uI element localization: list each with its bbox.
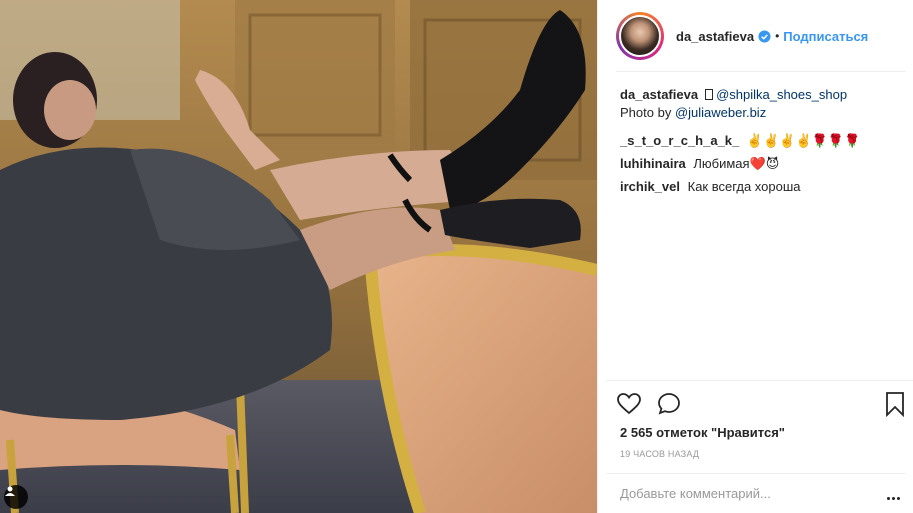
photo-artwork — [0, 0, 597, 513]
header-username[interactable]: da_astafieva — [676, 29, 754, 44]
add-comment-area — [606, 473, 906, 513]
bookmark-icon[interactable] — [882, 391, 908, 417]
post-sidebar: da_astafieva • Подписаться da_astafieva @… — [597, 0, 913, 513]
separator-dot: • — [775, 29, 780, 43]
comment-text: Любимая❤️😈 — [693, 156, 780, 171]
comment-username[interactable]: irchik_vel — [620, 179, 680, 194]
mention-link[interactable]: @juliaweber.biz — [675, 105, 766, 120]
post-timestamp[interactable]: 19 часов назад — [620, 449, 699, 459]
person-icon — [5, 486, 15, 496]
mention-link[interactable]: @shpilka_shoes_shop — [716, 87, 847, 102]
comment-bubble-icon[interactable] — [656, 391, 682, 417]
more-options-icon[interactable] — [886, 488, 902, 500]
comment-item: _s_t_o_r_c_h_a_k_ ✌️✌️✌️✌️🌹🌹🌹 — [620, 132, 900, 150]
follow-button[interactable]: Подписаться — [783, 29, 868, 44]
post-photo[interactable] — [0, 0, 597, 513]
caption: da_astafieva @shpilka_shoes_shop — [620, 86, 900, 104]
comment-item: luhihinaira Любимая❤️😈 — [620, 155, 900, 173]
caption-line-2: Photo by @juliaweber.biz — [620, 104, 900, 122]
avatar[interactable] — [619, 15, 661, 57]
comment-text: ✌️✌️✌️✌️🌹🌹🌹 — [746, 133, 861, 148]
caption-photo-by: Photo by — [620, 105, 672, 120]
comment-username[interactable]: _s_t_o_r_c_h_a_k_ — [620, 133, 739, 148]
comment-item: irchik_vel Как всегда хороша — [620, 178, 900, 196]
post-dialog: da_astafieva • Подписаться da_astafieva @… — [0, 0, 913, 513]
verified-badge-icon — [758, 29, 771, 43]
post-header: da_astafieva • Подписаться — [598, 0, 913, 72]
avatar-story-ring[interactable] — [616, 12, 664, 60]
heart-icon[interactable] — [616, 391, 642, 417]
comment-input[interactable] — [620, 486, 870, 501]
user-tag-button[interactable] — [4, 485, 28, 509]
missing-glyph-icon — [705, 89, 714, 100]
action-bar — [606, 380, 913, 425]
likes-count[interactable]: 2 565 отметок "Нравится" — [620, 425, 785, 440]
header-divider — [616, 71, 906, 72]
comment-username[interactable]: luhihinaira — [620, 156, 686, 171]
caption-username[interactable]: da_astafieva — [620, 87, 698, 102]
comments-list: da_astafieva @shpilka_shoes_shop Photo by… — [620, 86, 900, 196]
comment-text: Как всегда хороша — [687, 179, 801, 194]
